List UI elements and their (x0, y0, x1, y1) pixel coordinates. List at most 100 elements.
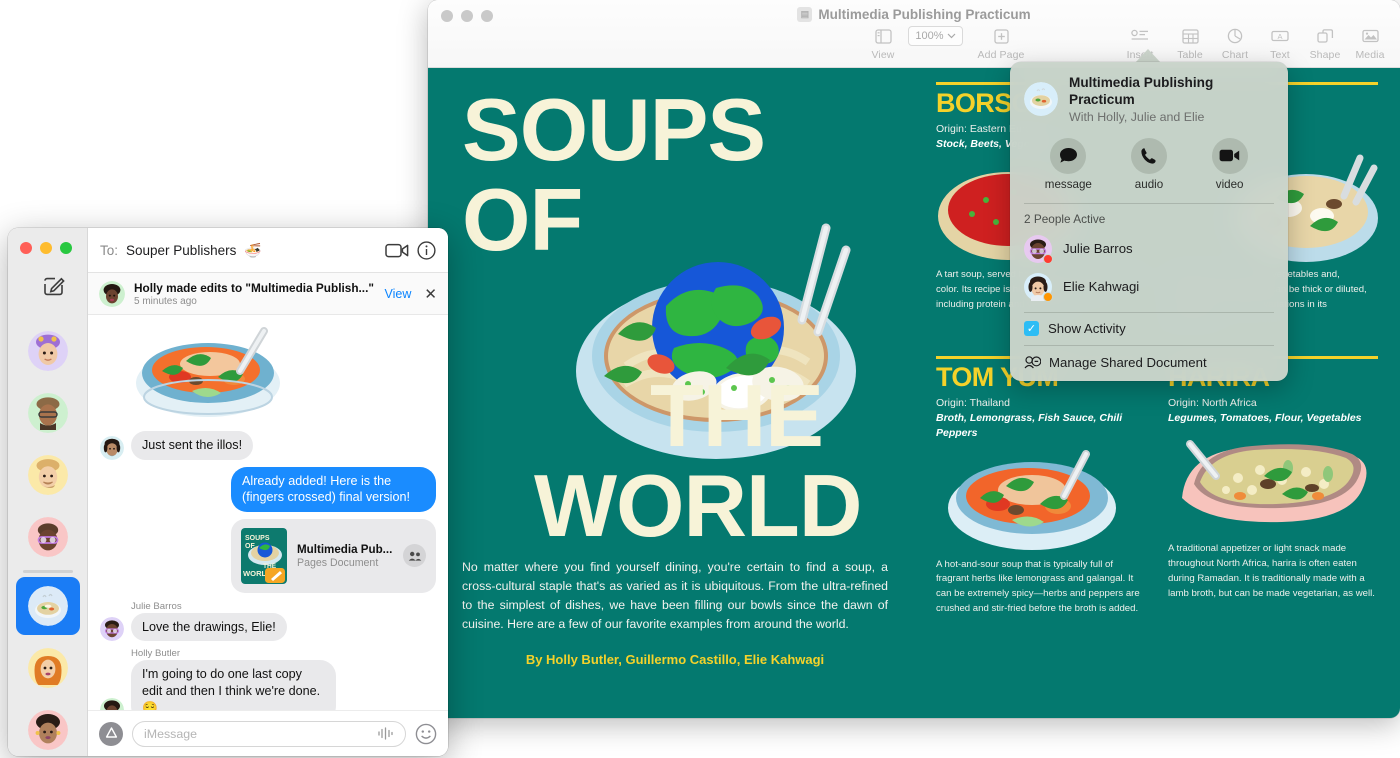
close-button[interactable] (20, 242, 32, 254)
recipe-harira-description: A traditional appetizer or light snack m… (1168, 542, 1378, 601)
banner-view-button[interactable]: View (385, 287, 412, 301)
pages-window-title: ▤ Multimedia Publishing Practicum (428, 4, 1400, 24)
shared-people-icon (403, 544, 426, 567)
avatar (28, 648, 68, 688)
popover-person-elie[interactable]: Elie Kahwagi (1010, 268, 1288, 306)
popover-message-label: message (1037, 178, 1099, 191)
close-icon[interactable]: ✕ (420, 285, 437, 303)
avatar (1024, 235, 1052, 263)
document-card-title: Multimedia Pub... (297, 543, 393, 556)
audio-waveform-icon[interactable] (377, 727, 394, 740)
avatar (1024, 273, 1052, 301)
message-bubble: Just sent the illos! (131, 431, 253, 460)
to-label: To: (100, 243, 118, 258)
zoom-button[interactable] (60, 242, 72, 254)
banner-timestamp: 5 minutes ago (134, 296, 376, 307)
popover-doc-title: Multimedia Publishing Practicum (1069, 75, 1274, 109)
show-activity-checkbox[interactable]: ✓ (1024, 321, 1039, 336)
document-avatar-icon (1024, 82, 1058, 116)
phone-icon (1131, 138, 1167, 174)
svg-text:A: A (1277, 32, 1282, 41)
messages-main: To: Souper Publishers 🍜 (88, 228, 448, 756)
edit-notification-banner[interactable]: Holly made edits to "Multimedia Publish.… (88, 273, 448, 315)
recipe-harira-art (1168, 426, 1378, 538)
conversation-list[interactable] (8, 320, 88, 756)
minimize-button[interactable] (40, 242, 52, 254)
conversation-item-4[interactable] (8, 506, 88, 568)
popover-arrow (1135, 49, 1161, 63)
show-activity-row[interactable]: ✓ Show Activity (1010, 312, 1288, 345)
message-row-incoming: Love the drawings, Elie! (100, 613, 436, 642)
avatar (99, 281, 125, 307)
video-camera-icon (1212, 138, 1248, 174)
toolbar-media[interactable]: Media (1339, 24, 1400, 61)
imessage-input[interactable]: iMessage (132, 721, 406, 747)
conversation-item-souper-publishers[interactable] (8, 575, 88, 637)
smiley-icon[interactable] (415, 723, 437, 745)
recipe-harira-origin: Origin: North Africa (1168, 396, 1378, 411)
collaborate-popover[interactable]: Multimedia Publishing Practicum With Hol… (1010, 62, 1288, 381)
conversation-item-1[interactable] (8, 320, 88, 382)
message-row-outgoing: Already added! Here is the (fingers cros… (100, 467, 436, 512)
soup-illustration-attachment[interactable] (128, 325, 288, 420)
hero-line-1: SOUPS (462, 94, 765, 166)
popover-person-name: Julie Barros (1063, 241, 1133, 256)
media-icon (1339, 24, 1400, 48)
sidebar-icon (852, 24, 914, 48)
conversation-item-3[interactable] (8, 444, 88, 506)
avatar (100, 698, 124, 710)
add-page-icon (970, 24, 1032, 48)
popover-video-action[interactable]: video (1199, 138, 1261, 191)
document-card-text: Multimedia Pub... Pages Document (297, 543, 393, 569)
comment-icon (1392, 24, 1400, 48)
toolbar-comment[interactable]: Comment (1392, 24, 1400, 61)
messages-window-controls[interactable] (20, 242, 72, 254)
message-bubble: I'm going to do one last copy edit and t… (131, 660, 336, 710)
imessage-placeholder: iMessage (144, 727, 371, 741)
compose-icon[interactable] (42, 274, 66, 298)
conversation-item-7[interactable] (8, 699, 88, 756)
pages-toolbar: ▤ Multimedia Publishing Practicum View 1… (428, 0, 1400, 68)
toolbar-media-label: Media (1339, 49, 1400, 61)
toolbar-add-page-label: Add Page (970, 49, 1032, 61)
message-row-incoming: I'm going to do one last copy edit and t… (100, 660, 436, 710)
manage-shared-document-label: Manage Shared Document (1049, 355, 1207, 370)
manage-shared-document-row[interactable]: Manage Shared Document (1010, 346, 1288, 381)
zoom-value: 100% (915, 30, 943, 42)
popover-actions: message audio video (1010, 130, 1288, 203)
zoom-control[interactable]: 100% (908, 26, 963, 46)
toolbar-add-page[interactable]: Add Page (970, 24, 1032, 61)
shared-document-card[interactable]: SOUPS OF THE WORLD Multimedia Pub... Pag (231, 519, 436, 593)
popover-header: Multimedia Publishing Practicum With Hol… (1010, 62, 1288, 130)
popover-active-count: 2 People Active (1010, 204, 1288, 230)
show-activity-label: Show Activity (1048, 321, 1126, 336)
hero-line-4: WORLD (534, 470, 861, 542)
sender-label: Holly Butler (131, 648, 436, 659)
avatar (100, 436, 124, 460)
conversation-item-6[interactable] (8, 637, 88, 699)
hero-line-3: THE (650, 380, 823, 452)
message-bubble: Love the drawings, Elie! (131, 613, 287, 642)
avatar (28, 710, 68, 750)
facetime-button[interactable] (385, 243, 409, 258)
avatar (28, 586, 68, 626)
recipe-tom-yum-art (936, 442, 1146, 554)
app-store-icon[interactable] (99, 722, 123, 746)
sender-label: Julie Barros (131, 601, 436, 612)
popover-audio-action[interactable]: audio (1118, 138, 1180, 191)
popover-person-name: Elie Kahwagi (1063, 279, 1139, 294)
recipient-name[interactable]: Souper Publishers (126, 243, 236, 258)
info-button[interactable] (417, 241, 436, 260)
message-row-incoming: Just sent the illos! (100, 431, 436, 460)
message-thread[interactable]: Just sent the illos! Already added! Here… (88, 315, 448, 710)
recipe-tom-yum-origin: Origin: Thailand (936, 396, 1146, 411)
popover-person-julie[interactable]: Julie Barros (1010, 230, 1288, 268)
document-card-subtitle: Pages Document (297, 557, 393, 569)
popover-message-action[interactable]: message (1037, 138, 1099, 191)
avatar (28, 517, 68, 557)
list-divider (23, 570, 73, 573)
hero-line-2: OF (462, 184, 582, 256)
conversation-item-2[interactable] (8, 382, 88, 444)
message-bubble: Already added! Here is the (fingers cros… (231, 467, 436, 512)
avatar (28, 393, 68, 433)
